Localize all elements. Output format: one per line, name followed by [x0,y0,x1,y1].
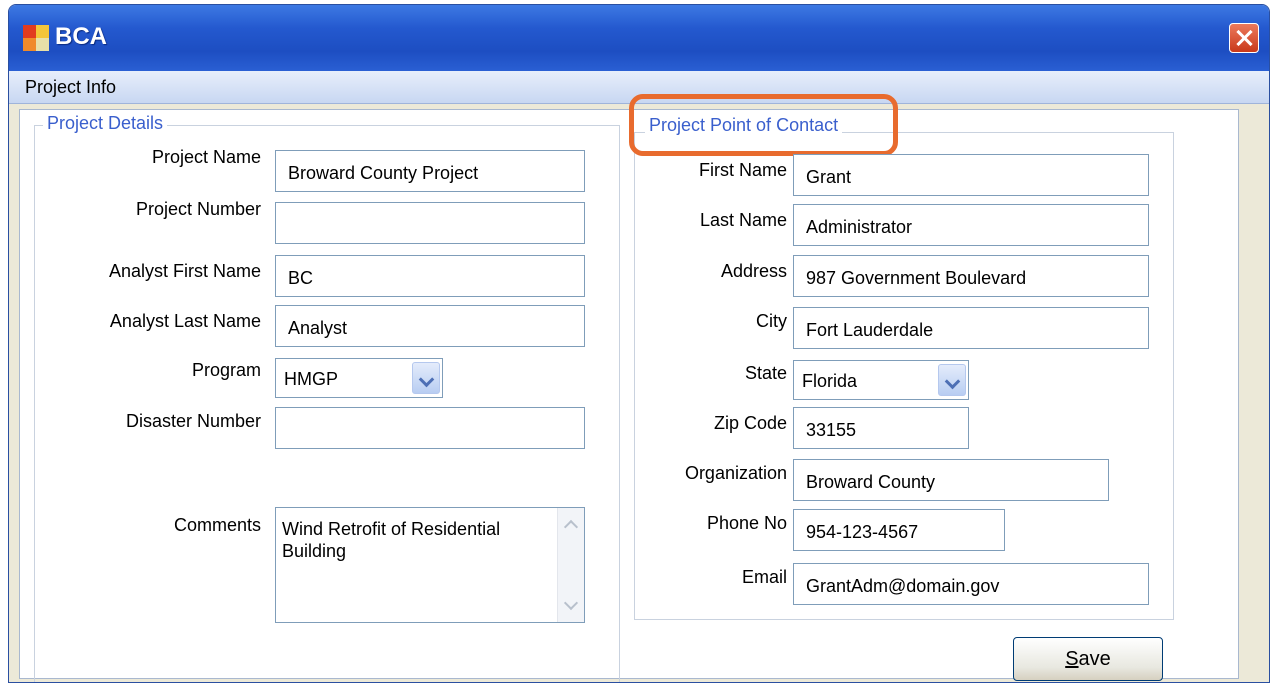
last-name-label: Last Name [699,210,787,230]
phone-label: Phone No [706,513,787,533]
program-label: Program [191,360,261,380]
scroll-down-icon[interactable] [563,595,579,611]
scroll-up-icon[interactable] [563,519,579,535]
program-select[interactable]: HMGP [275,358,443,398]
last-name-input[interactable]: Administrator [793,204,1149,246]
organization-label: Organization [684,463,787,483]
close-icon[interactable] [1229,23,1259,53]
project-number-label: Project Number [135,199,261,219]
project-details-legend: Project Details [43,113,168,134]
tab-project-info[interactable]: Project Info [25,77,116,98]
state-label: State [744,363,787,383]
analyst-first-name-input[interactable]: BC [275,255,585,297]
state-select[interactable]: Florida [793,360,969,400]
city-label: City [756,311,787,331]
comments-textarea[interactable]: Wind Retrofit of Residential Building [275,507,585,623]
chevron-down-icon[interactable] [938,364,966,396]
zip-code-input[interactable]: 33155 [793,407,969,449]
save-button[interactable]: Save [1013,637,1163,681]
comments-scrollbar[interactable] [557,508,584,622]
organization-input[interactable]: Broward County [793,459,1109,501]
save-button-mnemonic: S [1065,648,1079,670]
email-label: Email [741,567,787,587]
project-name-label: Project Name [151,147,261,167]
project-name-input[interactable]: Broward County Project [275,150,585,192]
zip-code-label: Zip Code [713,413,787,433]
project-number-input[interactable] [275,202,585,244]
city-input[interactable]: Fort Lauderdale [793,307,1149,349]
state-value: Florida [802,371,858,391]
analyst-first-name-label: Analyst First Name [108,261,261,281]
chevron-down-icon[interactable] [412,362,440,394]
address-label: Address [720,261,787,281]
window-title: BCA [55,23,107,50]
address-input[interactable]: 987 Government Boulevard [793,255,1149,297]
analyst-last-name-input[interactable]: Analyst [275,305,585,347]
email-input[interactable]: GrantAdm@domain.gov [793,563,1149,605]
highlight-callout [629,94,898,156]
app-icon [23,25,49,51]
disaster-number-label: Disaster Number [125,411,261,431]
first-name-input[interactable]: Grant [793,154,1149,196]
save-button-label: ave [1078,648,1111,670]
program-value: HMGP [284,369,338,389]
analyst-last-name-label: Analyst Last Name [109,311,261,331]
bca-window: BCA Project Info Project Details Project… [8,4,1270,683]
comments-text: Wind Retrofit of Residential Building [282,519,501,561]
disaster-number-input[interactable] [275,407,585,449]
title-bar[interactable]: BCA [9,5,1269,71]
phone-input[interactable]: 954-123-4567 [793,509,1005,551]
first-name-label: First Name [698,160,787,180]
comments-label: Comments [173,515,261,535]
